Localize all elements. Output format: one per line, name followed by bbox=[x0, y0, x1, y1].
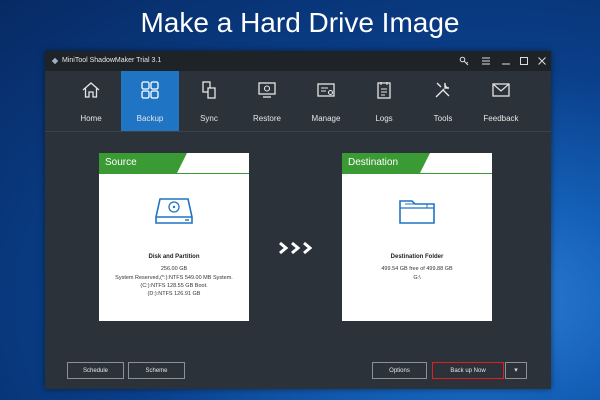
home-icon bbox=[82, 82, 100, 98]
source-detail-1: System Reserved,(*:):NTFS 549.00 MB Syst… bbox=[115, 275, 233, 281]
restore-icon bbox=[258, 82, 276, 98]
source-size: 256.00 GB bbox=[160, 266, 188, 272]
nav-logs[interactable]: Logs bbox=[355, 71, 413, 131]
destination-free: 499.54 GB free of 499.88 GB bbox=[381, 266, 453, 272]
menu-icon[interactable] bbox=[479, 54, 493, 68]
nav-manage[interactable]: Manage bbox=[297, 71, 355, 131]
scheme-button[interactable]: Scheme bbox=[128, 362, 185, 379]
title-bar: MiniTool ShadowMaker Trial 3.1 bbox=[45, 51, 551, 71]
destination-tab-wedge bbox=[420, 153, 430, 173]
app-window: MiniTool ShadowMaker Trial 3.1 Home Back… bbox=[45, 51, 551, 389]
nav-restore-label: Restore bbox=[252, 114, 281, 123]
source-card[interactable]: Source Disk and Partition 256.00 GB Syst… bbox=[99, 153, 249, 321]
destination-tab-label: Destination bbox=[342, 153, 420, 173]
destination-heading: Destination Folder bbox=[390, 254, 444, 260]
banner-title: Make a Hard Drive Image bbox=[140, 7, 460, 38]
nav-logs-label: Logs bbox=[375, 114, 393, 123]
nav-tools[interactable]: Tools bbox=[414, 71, 472, 131]
nav-restore[interactable]: Restore bbox=[238, 71, 296, 131]
chevron-down-icon: ▾ bbox=[514, 367, 518, 374]
key-icon[interactable] bbox=[457, 54, 471, 68]
close-icon[interactable] bbox=[535, 54, 549, 68]
options-button[interactable]: Options bbox=[372, 362, 427, 379]
backup-icon bbox=[141, 81, 159, 99]
nav-home-label: Home bbox=[80, 114, 102, 123]
logs-icon bbox=[377, 82, 391, 99]
nav-tools-label: Tools bbox=[433, 114, 453, 123]
manage-icon bbox=[317, 83, 335, 97]
window-title: MiniTool ShadowMaker Trial 3.1 bbox=[62, 57, 162, 64]
sync-icon bbox=[202, 81, 216, 99]
folder-icon bbox=[399, 200, 435, 224]
back-up-now-button[interactable]: Back up Now bbox=[432, 362, 504, 379]
backup-dropdown-button[interactable]: ▾ bbox=[505, 362, 527, 379]
source-heading: Disk and Partition bbox=[148, 254, 200, 260]
nav-sync-label: Sync bbox=[200, 114, 218, 123]
nav-feedback[interactable]: Feedback bbox=[472, 71, 530, 131]
nav-sync[interactable]: Sync bbox=[180, 71, 238, 131]
minimize-icon[interactable] bbox=[499, 54, 513, 68]
source-tab-label: Source bbox=[99, 153, 177, 173]
nav-home[interactable]: Home bbox=[62, 71, 120, 131]
source-tab-wedge bbox=[177, 153, 187, 173]
destination-card[interactable]: Destination Destination Folder 499.54 GB… bbox=[342, 153, 492, 321]
destination-path: G:\ bbox=[413, 275, 421, 281]
nav-manage-label: Manage bbox=[311, 114, 341, 123]
nav-backup[interactable]: Backup bbox=[121, 71, 179, 131]
destination-tab-line bbox=[342, 173, 492, 174]
maximize-icon[interactable] bbox=[517, 54, 531, 68]
nav-backup-label: Backup bbox=[136, 114, 164, 123]
tools-icon bbox=[435, 82, 450, 98]
feedback-icon bbox=[492, 83, 510, 97]
source-tab-line bbox=[99, 173, 249, 174]
source-detail-2: (C:):NTFS 128.55 GB Boot. bbox=[140, 283, 208, 289]
schedule-button[interactable]: Schedule bbox=[67, 362, 124, 379]
source-detail-3: (D:):NTFS 126.91 GB bbox=[147, 291, 201, 297]
app-logo-icon bbox=[51, 57, 59, 65]
main-nav: Home Backup Sync Restore Manage Logs Too… bbox=[45, 71, 551, 132]
arrows-icon bbox=[279, 241, 313, 255]
nav-feedback-label: Feedback bbox=[483, 114, 519, 123]
hard-drive-icon bbox=[155, 198, 193, 224]
